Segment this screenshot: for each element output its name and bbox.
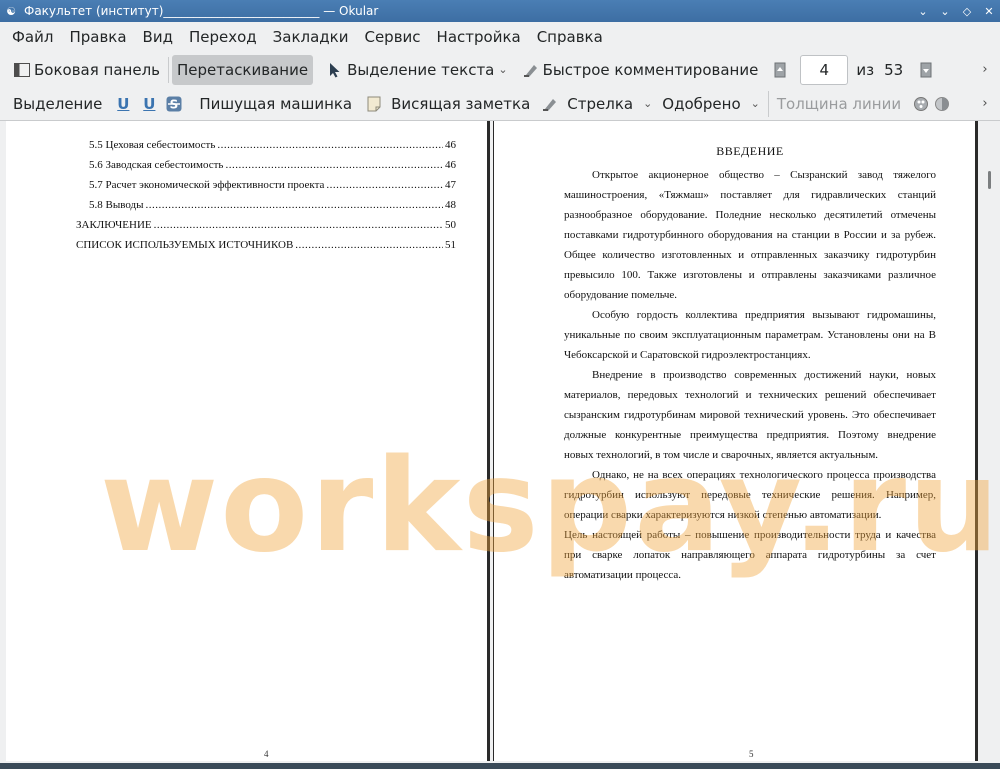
typewriter-label: Пишущая машинка: [199, 94, 353, 113]
paragraph: Цель настоящей работы – повышение произв…: [564, 529, 936, 581]
menu-file[interactable]: Файл: [4, 22, 61, 52]
highlighter-pen-icon: [522, 61, 540, 79]
opacity-icon[interactable]: [933, 95, 951, 113]
document-page-right: ВВЕДЕНИЕ Открытое акционерное общество –…: [493, 121, 978, 761]
window-bottom-edge: [0, 763, 1000, 769]
strikeout-icon[interactable]: S: [165, 95, 183, 113]
paragraph: Особую гордость коллектива предприятия в…: [564, 309, 936, 361]
chevron-down-icon[interactable]: ⌄: [751, 97, 760, 110]
toc-entry[interactable]: 5.7 Расчет экономической эффективности п…: [89, 179, 456, 195]
menu-view[interactable]: Вид: [135, 22, 181, 52]
underline-icon[interactable]: U: [113, 95, 133, 113]
arrow-label: Стрелка: [567, 94, 634, 113]
annotation-toolbar: Выделение U U S Пишущая машинка Висящая …: [0, 87, 1000, 121]
highlight-label: Выделение: [13, 94, 103, 113]
line-width-label: Толщина линии: [776, 94, 902, 113]
toolbar-overflow-chevron-icon[interactable]: ›: [976, 95, 994, 113]
document-view[interactable]: 5.5 Цеховая себестоимость46 5.6 Заводска…: [0, 121, 1000, 769]
page-of-label: из: [856, 60, 875, 79]
paragraph: Однако, не на всех операциях технологиче…: [564, 469, 936, 521]
sidebar-toggle-button[interactable]: Боковая панель: [8, 55, 165, 85]
popup-note-label: Висящая заметка: [391, 94, 531, 113]
text-selection-tool-button[interactable]: Выделение текста ⌄: [321, 55, 513, 85]
menu-bookmarks[interactable]: Закладки: [265, 22, 357, 52]
page-previous-icon[interactable]: [771, 61, 789, 79]
sidebar-label: Боковая панель: [34, 60, 160, 79]
page-number: 5: [749, 749, 754, 759]
introduction-section: ВВЕДЕНИЕ Открытое акционерное общество –…: [564, 141, 936, 585]
window-title: Факультет (институт)____________________…: [24, 4, 379, 18]
sticky-note-icon[interactable]: [365, 95, 383, 113]
minimize-button[interactable]: ⌄: [934, 0, 956, 22]
scrollbar-thumb[interactable]: [988, 171, 991, 189]
section-heading: ВВЕДЕНИЕ: [716, 144, 784, 158]
approved-label: Одобрено: [662, 94, 741, 113]
toolbar-separator: [168, 56, 169, 83]
text-selection-label: Выделение текста: [347, 60, 495, 79]
quick-annotation-button[interactable]: Быстрое комментирование: [517, 55, 764, 85]
toc-entry[interactable]: СПИСОК ИСПОЛЬЗУЕМЫХ ИСТОЧНИКОВ51: [76, 239, 456, 255]
paragraph: Открытое акционерное общество – Сызранск…: [564, 169, 936, 301]
current-page-value: 4: [819, 60, 830, 79]
page-next-icon[interactable]: [917, 61, 935, 79]
typewriter-tool-button[interactable]: Пишущая машинка: [194, 89, 357, 119]
vertical-scrollbar[interactable]: [978, 121, 1000, 769]
menu-tools[interactable]: Сервис: [356, 22, 428, 52]
sidebar-icon: [13, 61, 31, 79]
browse-label: Перетаскивание: [177, 60, 309, 79]
paragraph: Внедрение в производство современных дос…: [564, 369, 936, 461]
document-page-left: 5.5 Цеховая себестоимость46 5.6 Заводска…: [6, 121, 490, 761]
okular-app-icon[interactable]: ☯: [4, 4, 18, 18]
menu-bar: Файл Правка Вид Переход Закладки Сервис …: [0, 22, 1000, 52]
freehand-pen-icon[interactable]: [541, 95, 559, 113]
page-number-input[interactable]: 4: [800, 54, 849, 85]
main-toolbar: Боковая панель Перетаскивание Выделение …: [0, 52, 1000, 87]
maximize-button[interactable]: ◇: [956, 0, 978, 22]
window-help-icon[interactable]: ⌄: [912, 0, 934, 22]
menu-help[interactable]: Справка: [529, 22, 611, 52]
popup-note-tool-button[interactable]: Висящая заметка: [386, 89, 535, 119]
chevron-down-icon[interactable]: ⌄: [498, 63, 507, 76]
total-pages-label: 53: [884, 60, 904, 79]
toolbar-separator: [767, 90, 769, 117]
toc-entry[interactable]: 5.8 Выводы48: [89, 199, 456, 215]
close-button[interactable]: ✕: [978, 0, 1000, 22]
toolbar-overflow-chevron-icon[interactable]: ›: [976, 61, 994, 79]
chevron-down-icon[interactable]: ⌄: [643, 97, 652, 110]
color-picker-icon[interactable]: [912, 95, 930, 113]
toc-entry[interactable]: 5.5 Цеховая себестоимость46: [89, 139, 456, 155]
title-bar: ☯ Факультет (институт)__________________…: [0, 0, 1000, 22]
menu-settings[interactable]: Настройка: [429, 22, 529, 52]
squiggle-underline-icon[interactable]: U: [139, 95, 159, 113]
menu-edit[interactable]: Правка: [61, 22, 134, 52]
menu-go[interactable]: Переход: [181, 22, 265, 52]
page-number: 4: [264, 749, 269, 759]
stamp-tool-button[interactable]: Одобрено ⌄: [657, 89, 765, 119]
toc-entry[interactable]: 5.6 Заводская себестоимость46: [89, 159, 456, 175]
cursor-arrow-icon: [326, 61, 344, 79]
toc-entry[interactable]: ЗАКЛЮЧЕНИЕ50: [76, 219, 456, 235]
quick-annotation-label: Быстрое комментирование: [542, 60, 759, 79]
browse-tool-button[interactable]: Перетаскивание: [172, 54, 314, 85]
highlight-tool-button[interactable]: Выделение: [8, 89, 107, 119]
arrow-tool-button[interactable]: Стрелка ⌄: [562, 89, 657, 119]
line-width-button[interactable]: Толщина линии: [772, 89, 906, 119]
